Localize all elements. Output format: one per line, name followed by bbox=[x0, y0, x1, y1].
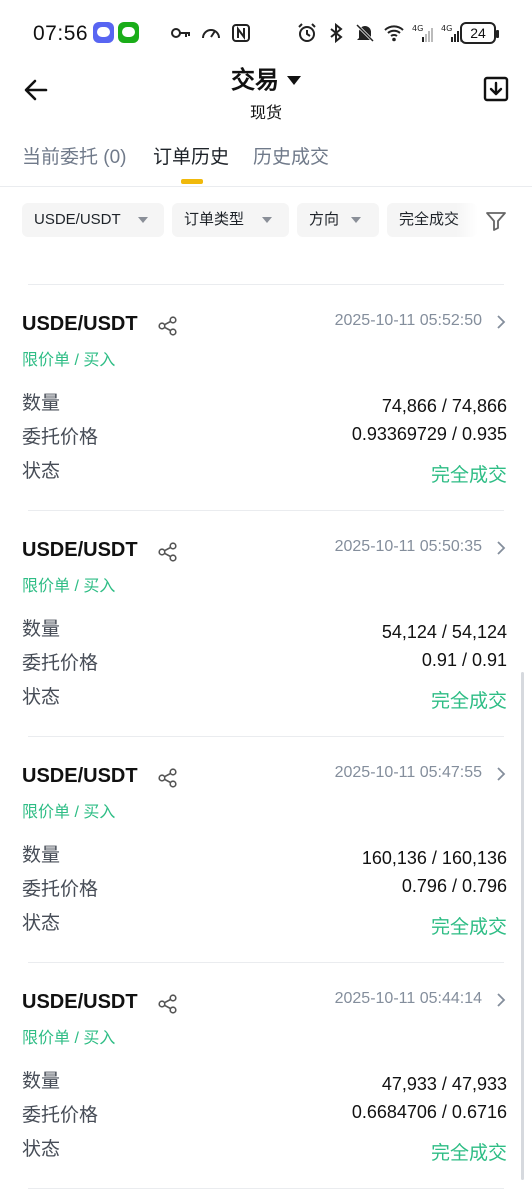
battery-indicator: 24 bbox=[460, 22, 499, 44]
status-label: 状态 bbox=[22, 1139, 61, 1160]
alarm-icon bbox=[298, 23, 316, 42]
order-card[interactable]: USDE/USDT 2025-10-11 05:44:14 限价单 / 买入 数… bbox=[0, 962, 532, 1188]
caret-down-icon bbox=[138, 217, 148, 223]
page-title: 交易 bbox=[231, 67, 279, 94]
status-icons-right: 4G 4G bbox=[296, 22, 463, 44]
filter-bar: USDE/USDT 订单类型 方向 完全成交 bbox=[0, 203, 532, 239]
status-label: 状态 bbox=[22, 687, 61, 708]
share-icon[interactable] bbox=[157, 767, 179, 789]
order-card[interactable]: USDE/USDT 2025-10-11 05:50:35 限价单 / 买入 数… bbox=[0, 510, 532, 736]
filter-order-type-label: 订单类型 bbox=[184, 211, 245, 228]
discord-icon bbox=[93, 22, 114, 43]
quantity-value: 47,933 / 47,933 bbox=[381, 1074, 507, 1094]
filter-fade bbox=[456, 203, 478, 239]
quantity-value: 160,136 / 160,136 bbox=[361, 848, 507, 868]
order-card[interactable]: USDE/USDT 2025-10-11 05:52:50 限价单 / 买入 数… bbox=[0, 284, 532, 510]
order-type: 限价单 / 买入 bbox=[22, 352, 116, 369]
status-value: 完全成交 bbox=[430, 1143, 507, 1164]
chevron-right-icon[interactable] bbox=[494, 314, 508, 330]
scrollbar[interactable] bbox=[521, 672, 524, 1180]
order-time: 2025-10-11 05:52:50 bbox=[334, 312, 482, 329]
order-divider bbox=[28, 1188, 504, 1189]
active-tab-indicator bbox=[181, 179, 203, 184]
svg-text:4G: 4G bbox=[412, 24, 423, 33]
price-label: 委托价格 bbox=[22, 653, 99, 674]
signal-4g-icon: 4G bbox=[412, 24, 433, 42]
title-group[interactable]: 交易 现货 bbox=[0, 60, 532, 123]
filter-order-type[interactable]: 订单类型 bbox=[172, 203, 289, 237]
share-icon[interactable] bbox=[157, 541, 179, 563]
order-type: 限价单 / 买入 bbox=[22, 578, 116, 595]
order-divider bbox=[28, 284, 504, 285]
order-tabs: 当前委托 (0) 订单历史 历史成交 bbox=[0, 138, 532, 188]
order-type: 限价单 / 买入 bbox=[22, 804, 116, 821]
svg-text:4G: 4G bbox=[441, 24, 452, 33]
order-pair: USDE/USDT bbox=[22, 991, 138, 1013]
status-value: 完全成交 bbox=[430, 917, 507, 938]
download-icon[interactable] bbox=[481, 74, 511, 104]
price-value: 0.796 / 0.796 bbox=[401, 876, 507, 896]
order-time: 2025-10-11 05:44:14 bbox=[334, 990, 482, 1007]
quantity-label: 数量 bbox=[22, 619, 61, 640]
tabs-divider bbox=[0, 186, 532, 187]
status-time: 07:56 bbox=[33, 22, 89, 45]
price-label: 委托价格 bbox=[22, 1105, 99, 1126]
order-pair: USDE/USDT bbox=[22, 313, 138, 335]
order-pair: USDE/USDT bbox=[22, 765, 138, 787]
page-subtitle: 现货 bbox=[249, 105, 282, 122]
wifi-icon bbox=[384, 25, 404, 42]
speedometer-icon bbox=[202, 29, 220, 39]
tab-order-history[interactable]: 订单历史 bbox=[153, 142, 229, 169]
quantity-value: 54,124 / 54,124 bbox=[381, 622, 507, 642]
status-bar: 07:56 4G 4G 24 bbox=[0, 0, 532, 64]
quantity-label: 数量 bbox=[22, 393, 61, 414]
status-value: 完全成交 bbox=[430, 691, 507, 712]
status-label: 状态 bbox=[22, 461, 61, 482]
caret-down-icon bbox=[287, 76, 301, 86]
quantity-label: 数量 bbox=[22, 1071, 61, 1092]
order-time: 2025-10-11 05:47:55 bbox=[334, 764, 482, 781]
key-icon bbox=[171, 28, 190, 38]
filter-side[interactable]: 方向 bbox=[297, 203, 379, 237]
share-icon[interactable] bbox=[157, 993, 179, 1015]
wechat-icon bbox=[118, 22, 139, 43]
status-label: 状态 bbox=[22, 913, 61, 934]
status-icons-left bbox=[170, 22, 252, 44]
chevron-right-icon[interactable] bbox=[494, 992, 508, 1008]
order-time: 2025-10-11 05:50:35 bbox=[334, 538, 482, 555]
tab-trade-history[interactable]: 历史成交 bbox=[253, 142, 329, 169]
chevron-right-icon[interactable] bbox=[494, 766, 508, 782]
chevron-right-icon[interactable] bbox=[494, 540, 508, 556]
order-divider bbox=[28, 962, 504, 963]
share-icon[interactable] bbox=[157, 315, 179, 337]
quantity-label: 数量 bbox=[22, 845, 61, 866]
filter-pair-label: USDE/USDT bbox=[34, 211, 121, 228]
nfc-icon bbox=[232, 24, 250, 42]
filter-side-label: 方向 bbox=[309, 211, 340, 228]
order-divider bbox=[28, 510, 504, 511]
status-value: 完全成交 bbox=[430, 465, 507, 486]
price-value: 0.91 / 0.91 bbox=[421, 650, 507, 670]
price-label: 委托价格 bbox=[22, 879, 99, 900]
quantity-value: 74,866 / 74,866 bbox=[381, 396, 507, 416]
app-header: 交易 现货 bbox=[0, 56, 532, 123]
filter-pair[interactable]: USDE/USDT bbox=[22, 203, 164, 237]
filter-status-label: 完全成交 bbox=[399, 211, 460, 228]
mute-icon bbox=[355, 23, 375, 43]
price-value: 0.93369729 / 0.935 bbox=[351, 424, 507, 444]
price-label: 委托价格 bbox=[22, 427, 99, 448]
price-value: 0.6684706 / 0.6716 bbox=[351, 1102, 507, 1122]
order-type: 限价单 / 买入 bbox=[22, 1030, 116, 1047]
bluetooth-icon bbox=[330, 22, 343, 44]
caret-down-icon bbox=[262, 217, 272, 223]
tab-open-orders[interactable]: 当前委托 (0) bbox=[22, 142, 127, 169]
order-divider bbox=[28, 736, 504, 737]
caret-down-icon bbox=[351, 217, 361, 223]
order-card[interactable]: USDE/USDT 2025-10-11 05:47:55 限价单 / 买入 数… bbox=[0, 736, 532, 962]
filter-icon[interactable] bbox=[484, 209, 508, 233]
order-pair: USDE/USDT bbox=[22, 539, 138, 561]
